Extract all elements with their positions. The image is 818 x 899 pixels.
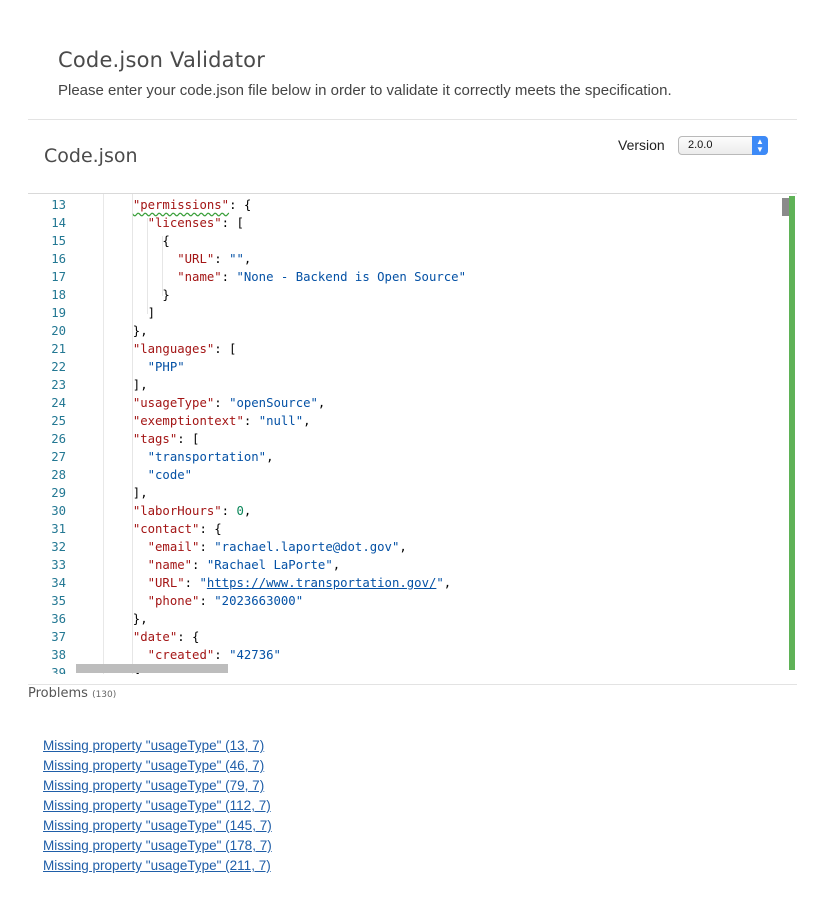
code-text[interactable]: "laborHours": 0, [118,502,251,520]
line-number: 20 [51,324,66,338]
line-number: 19 [51,306,66,320]
problem-item: Missing property "usageType" (145, 7) [43,816,272,836]
problem-item: Missing property "usageType" (112, 7) [43,796,272,816]
code-editor[interactable]: 13 "permissions": { 14 "licenses": [ 15 {1… [28,193,797,674]
code-text[interactable]: "name": "None - Backend is Open Source" [118,268,466,286]
horizontal-scrollbar-thumb[interactable] [76,664,228,673]
line-number: 14 [51,216,66,230]
code-text[interactable]: "licenses": [ [118,214,244,232]
chevron-up-down-icon: ▲ ▼ [752,136,768,155]
code-text[interactable]: "created": "42736" [118,646,281,664]
problem-item: Missing property "usageType" (79, 7) [43,776,272,796]
code-text[interactable]: } [118,286,169,304]
version-selected-value: 2.0.0 [688,139,713,151]
code-text[interactable]: "PHP" [118,358,185,376]
problem-item: Missing property "usageType" (13, 7) [43,736,272,756]
line-number: 38 [51,648,66,662]
code-text[interactable]: ] [118,304,155,322]
code-text[interactable]: ], [118,376,148,394]
problem-item: Missing property "usageType" (178, 7) [43,836,272,856]
line-number: 24 [51,396,66,410]
code-text[interactable]: "code" [118,466,192,484]
code-text[interactable]: "languages": [ [118,340,237,358]
code-text[interactable]: "transportation", [118,448,274,466]
problem-link[interactable]: Missing property "usageType" (211, 7) [43,858,271,873]
problem-link[interactable]: Missing property "usageType" (79, 7) [43,778,264,793]
problem-link[interactable]: Missing property "usageType" (13, 7) [43,738,264,753]
code-text[interactable]: { [118,232,169,250]
indent-guide [103,194,104,674]
line-number: 13 [51,198,66,212]
code-text[interactable]: }, [118,322,148,340]
problems-count: (130) [92,690,117,700]
line-number: 18 [51,288,66,302]
line-number: 25 [51,414,66,428]
line-number: 17 [51,270,66,284]
divider [28,684,797,685]
line-number: 30 [51,504,66,518]
line-number: 21 [51,342,66,356]
divider [28,119,797,120]
code-text[interactable]: "name": "Rachael LaPorte", [118,556,341,574]
problem-link[interactable]: Missing property "usageType" (112, 7) [43,798,271,813]
version-select[interactable]: 2.0.0 ▲ ▼ [678,136,768,155]
version-label: Version [618,137,665,153]
code-text[interactable]: "usageType": "openSource", [118,394,326,412]
page-title: Code.json Validator [58,48,266,73]
line-number: 32 [51,540,66,554]
code-text[interactable]: }, [118,610,148,628]
line-number: 39 [51,666,66,674]
code-text[interactable]: "permissions": { [118,196,251,214]
line-number: 37 [51,630,66,644]
editor-section-title: Code.json [44,145,138,167]
problem-item: Missing property "usageType" (211, 7) [43,856,272,876]
code-text[interactable]: "date": { [118,628,200,646]
code-text[interactable]: "contact": { [118,520,222,538]
code-text[interactable]: "URL": "", [118,250,251,268]
line-number: 26 [51,432,66,446]
code-text[interactable]: "tags": [ [118,430,200,448]
line-number: 33 [51,558,66,572]
problem-item: Missing property "usageType" (46, 7) [43,756,272,776]
line-number: 36 [51,612,66,626]
problems-heading: Problems (130) [28,686,116,701]
problem-link[interactable]: Missing property "usageType" (46, 7) [43,758,264,773]
problems-title: Problems [28,686,88,701]
intro-text: Please enter your code.json file below i… [58,82,672,99]
code-text[interactable]: "phone": "2023663000" [118,592,303,610]
line-number: 34 [51,576,66,590]
line-number: 22 [51,360,66,374]
line-number: 28 [51,468,66,482]
problem-link[interactable]: Missing property "usageType" (145, 7) [43,818,272,833]
line-number: 29 [51,486,66,500]
problem-list: Missing property "usageType" (13, 7) Miss… [43,736,272,876]
line-number: 23 [51,378,66,392]
validation-status-bar [789,196,795,670]
line-number: 16 [51,252,66,266]
code-text[interactable]: ], [118,484,148,502]
problem-link[interactable]: Missing property "usageType" (178, 7) [43,838,272,853]
line-number: 31 [51,522,66,536]
code-text[interactable]: "URL": "https://www.transportation.gov/"… [118,574,452,592]
line-number: 15 [51,234,66,248]
code-text[interactable]: "exemptiontext": "null", [118,412,311,430]
code-text[interactable]: "email": "rachael.laporte@dot.gov", [118,538,407,556]
line-number: 35 [51,594,66,608]
line-number: 27 [51,450,66,464]
